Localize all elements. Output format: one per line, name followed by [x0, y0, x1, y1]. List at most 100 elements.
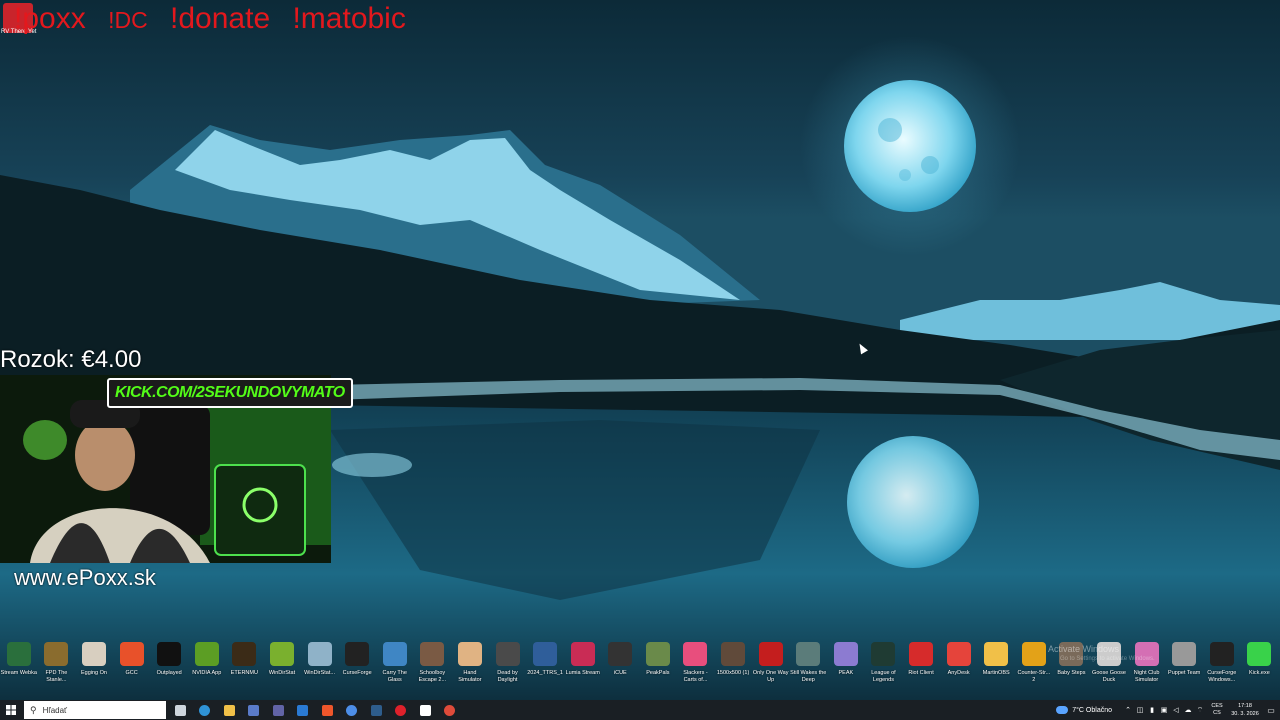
- desktop-icon-label: Only One Way Up: [752, 670, 789, 683]
- desktop-icon-label: FPD The Stanle...: [45, 670, 68, 683]
- desktop-icon[interactable]: ETERNMU: [226, 640, 264, 700]
- volume-icon[interactable]: ◁: [1170, 706, 1182, 714]
- language-code: CES: [1211, 703, 1223, 709]
- desktop-app-icon: [194, 642, 219, 666]
- desktop-app-icon: [44, 642, 69, 666]
- microphone-icon[interactable]: ▮: [1146, 706, 1158, 714]
- weather-text: 7°C Oblačno: [1072, 706, 1112, 714]
- taskbar-app-file-explorer[interactable]: [217, 700, 242, 720]
- desktop-icon-label: WinDirStat: [268, 670, 296, 676]
- desktop-icon[interactable]: Stream Webka: [0, 640, 38, 700]
- desktop-app-icon: [608, 642, 633, 666]
- desktop-icon[interactable]: Night Club Simulator: [1128, 640, 1166, 700]
- taskbar-app-obs[interactable]: [413, 700, 438, 720]
- desktop-icon[interactable]: GCC: [113, 640, 151, 700]
- desktop-icon-label: Night Club Simulator: [1133, 670, 1160, 683]
- desktop-icon[interactable]: Only One Way Up: [752, 640, 790, 700]
- weather-widget[interactable]: 7°C Oblačno: [1056, 706, 1112, 714]
- desktop-icon[interactable]: Still Wakes the Deep: [789, 640, 827, 700]
- desktop-icon-label: Schoolboy Escape 2...: [418, 670, 447, 683]
- desktop-icon[interactable]: Egging On: [75, 640, 113, 700]
- desktop-icon[interactable]: NVIDIA App: [188, 640, 226, 700]
- desktop-icon-label: Lumia Stream: [565, 670, 600, 676]
- desktop-icon[interactable]: Riot Client: [902, 640, 940, 700]
- taskbar-search-box[interactable]: ⚲ Hľadať: [24, 701, 166, 719]
- desktop-icon-label: PeakPals: [646, 670, 670, 676]
- taskbar-app-mail[interactable]: [291, 700, 316, 720]
- desktop-icon[interactable]: CurseForge: [338, 640, 376, 700]
- desktop-icon[interactable]: Dead by Daylight: [489, 640, 527, 700]
- desktop-wallpaper: [0, 0, 1280, 700]
- desktop-icon[interactable]: AnyDesk: [940, 640, 978, 700]
- taskbar-app-app-blue[interactable]: [340, 700, 365, 720]
- desktop-app-icon: [796, 642, 821, 666]
- keyboard-code: CS: [1213, 710, 1221, 716]
- desktop-icon-label: Counter-Str... 2: [1017, 670, 1051, 683]
- desktop-icon-label: PEAK: [838, 670, 854, 676]
- taskbar-app-store[interactable]: [242, 700, 267, 720]
- command-poxx: !poxx: [14, 2, 86, 35]
- desktop-icon[interactable]: Slackers - Carts of...: [677, 640, 715, 700]
- desktop-icon-label: ETERNMU: [230, 670, 258, 676]
- desktop-icon[interactable]: Outplayed: [150, 640, 188, 700]
- desktop-icon-label: CurseForge: [342, 670, 372, 676]
- chevron-up-icon[interactable]: ⌃: [1122, 706, 1134, 714]
- desktop-app-icon: [984, 642, 1009, 666]
- clock-time: 17:18: [1238, 703, 1252, 709]
- chat-commands-banner: !poxx !DC !donate !matobic: [14, 2, 420, 38]
- taskbar-app-steam[interactable]: [364, 700, 389, 720]
- chrome-icon: [444, 704, 456, 716]
- desktop-icon[interactable]: Kick.exe: [1241, 640, 1279, 700]
- desktop-icon[interactable]: FPD The Stanle...: [38, 640, 76, 700]
- command-dc: !DC: [108, 7, 148, 33]
- desktop-icon[interactable]: WinDirStat...: [301, 640, 339, 700]
- desktop-app-icon: [570, 642, 595, 666]
- desktop-icon[interactable]: Lumia Stream: [564, 640, 602, 700]
- taskbar-app-edge[interactable]: [193, 700, 218, 720]
- input-language[interactable]: CES CS: [1206, 703, 1228, 717]
- tray-app-icon[interactable]: ▣: [1158, 706, 1170, 714]
- network-icon[interactable]: ◫: [1134, 706, 1146, 714]
- desktop-icon[interactable]: Hand Simulator: [451, 640, 489, 700]
- cloud-icon: [1056, 706, 1069, 714]
- desktop-icon[interactable]: 2024_TTRS_1: [526, 640, 564, 700]
- teams-icon: [272, 704, 284, 716]
- desktop-icon[interactable]: PEAK: [827, 640, 865, 700]
- desktop-icon[interactable]: League of Legends: [865, 640, 903, 700]
- desktop-icon[interactable]: 1500x500 (1): [714, 640, 752, 700]
- cloud-sync-icon[interactable]: ☁: [1182, 706, 1194, 714]
- notifications-icon[interactable]: ▭: [1262, 706, 1280, 715]
- desktop-icon[interactable]: iCUE: [602, 640, 640, 700]
- search-icon: ⚲: [30, 704, 37, 715]
- desktop-app-icon: [81, 642, 106, 666]
- taskbar: ⚲ Hľadať 7°C Oblačno ⌃ ◫ ▮ ▣ ◁ ☁ ⌔ CES C…: [0, 700, 1280, 720]
- desktop-icon-label: Kick.exe: [1248, 670, 1270, 676]
- taskbar-app-opera[interactable]: [389, 700, 414, 720]
- taskbar-app-chrome[interactable]: [438, 700, 463, 720]
- desktop-icon[interactable]: Puppet Team: [1165, 640, 1203, 700]
- wifi-icon[interactable]: ⌔: [1194, 706, 1206, 715]
- desktop-icon[interactable]: MartinOBS: [977, 640, 1015, 700]
- clock[interactable]: 17:18 30. 3. 2026: [1228, 702, 1262, 718]
- command-donate: !donate: [170, 2, 271, 35]
- activate-windows-subtitle: Go to Settings to activate Windows.: [1060, 656, 1155, 662]
- desktop-app-icon: [645, 642, 670, 666]
- taskbar-app-task-view[interactable]: [168, 700, 193, 720]
- opera-icon: [395, 704, 407, 716]
- taskbar-app-teams[interactable]: [266, 700, 291, 720]
- taskbar-pinned-apps: [168, 700, 462, 720]
- start-button[interactable]: [0, 700, 22, 720]
- obs-icon: [419, 704, 431, 716]
- desktop-icon[interactable]: PeakPals: [639, 640, 677, 700]
- desktop-app-icon: [909, 642, 934, 666]
- desktop-icon-label: Riot Client: [908, 670, 934, 676]
- taskbar-app-brave[interactable]: [315, 700, 340, 720]
- desktop-app-icon: [495, 642, 520, 666]
- desktop-app-icon: [1021, 642, 1046, 666]
- desktop-icon[interactable]: CurseForge Windows...: [1203, 640, 1241, 700]
- desktop-icon[interactable]: Carry The Glass: [376, 640, 414, 700]
- desktop-app-icon: [1209, 642, 1234, 666]
- desktop-icon[interactable]: Counter-Str... 2: [1015, 640, 1053, 700]
- desktop-icon[interactable]: Schoolboy Escape 2...: [414, 640, 452, 700]
- desktop-icon[interactable]: WinDirStat: [263, 640, 301, 700]
